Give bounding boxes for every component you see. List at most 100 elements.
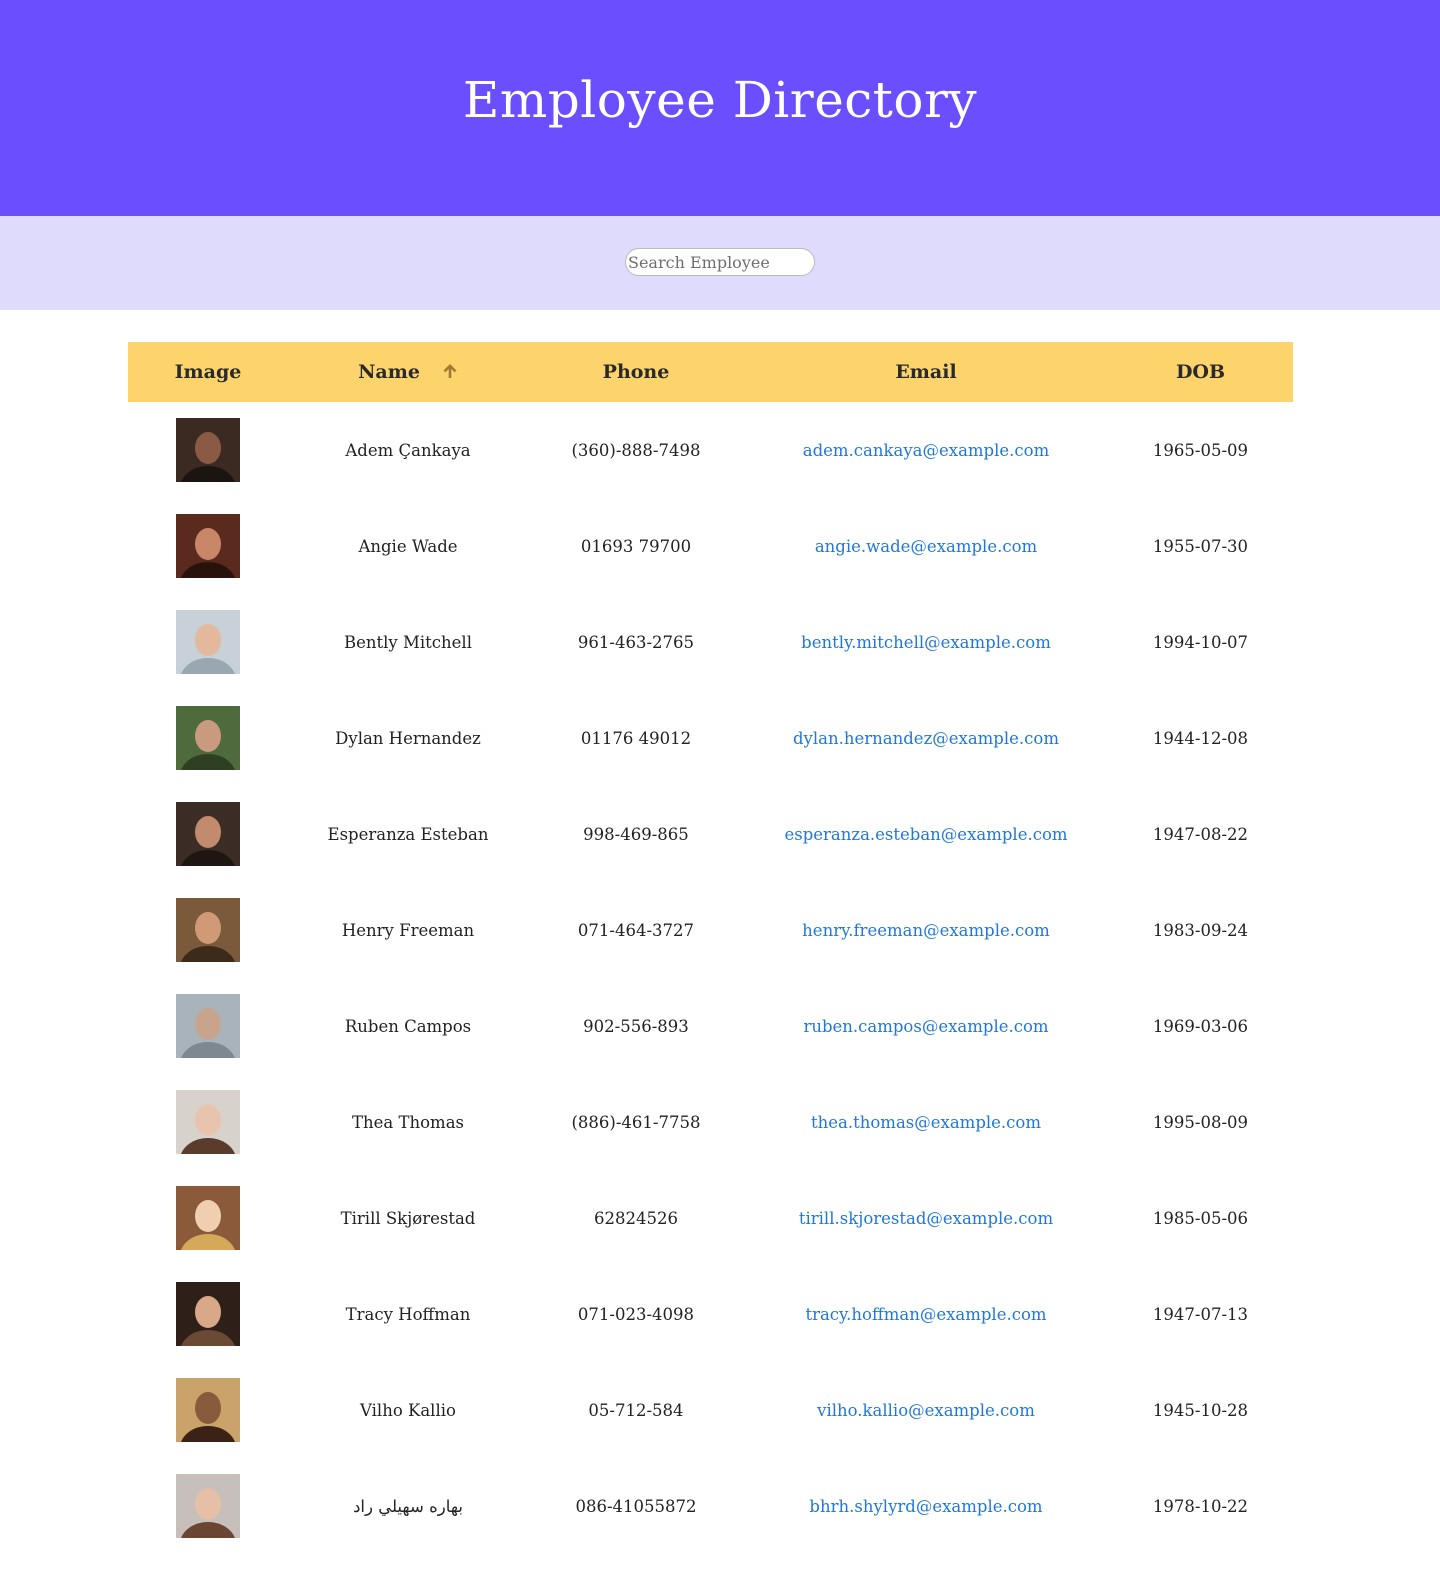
- image-cell: [128, 1362, 288, 1458]
- employee-avatar: [176, 898, 240, 962]
- email-cell: bently.mitchell@example.com: [744, 594, 1108, 690]
- name-cell: Tirill Skjørestad: [340, 1208, 476, 1228]
- email-link[interactable]: tracy.hoffman@example.com: [805, 1305, 1046, 1324]
- dob-cell: 1944-12-08: [1152, 728, 1249, 748]
- name-cell: Vilho Kallio: [360, 1400, 456, 1420]
- column-header-name-label: Name: [358, 361, 420, 383]
- name-cell: Bently Mitchell: [344, 632, 472, 652]
- dob-cell: 1978-10-22: [1152, 1496, 1249, 1516]
- email-link[interactable]: vilho.kallio@example.com: [817, 1401, 1035, 1420]
- phone-cell: 961-463-2765: [577, 632, 695, 652]
- email-link[interactable]: adem.cankaya@example.com: [803, 441, 1049, 460]
- column-header-image: Image: [174, 361, 242, 383]
- phone-cell: 086-41055872: [575, 1496, 697, 1516]
- name-cell: Henry Freeman: [341, 920, 475, 940]
- search-bar: [0, 216, 1440, 310]
- dob-cell: 1945-10-28: [1152, 1400, 1249, 1420]
- dob-cell: 1947-07-13: [1152, 1304, 1249, 1324]
- email-cell: angie.wade@example.com: [744, 498, 1108, 594]
- email-link[interactable]: angie.wade@example.com: [815, 537, 1037, 556]
- email-cell: adem.cankaya@example.com: [744, 402, 1108, 498]
- name-cell: Esperanza Esteban: [327, 824, 489, 844]
- phone-cell: 62824526: [594, 1208, 678, 1228]
- image-cell: [128, 1074, 288, 1170]
- email-link[interactable]: ruben.campos@example.com: [803, 1017, 1048, 1036]
- image-cell: [128, 1170, 288, 1266]
- phone-cell: 071-464-3727: [577, 920, 695, 940]
- email-cell: thea.thomas@example.com: [744, 1074, 1108, 1170]
- table-row: Ruben Campos 902-556-893 ruben.campos@exam…: [128, 978, 1293, 1074]
- employee-avatar: [176, 1282, 240, 1346]
- email-cell: bhrh.shylyrd@example.com: [744, 1458, 1108, 1554]
- email-cell: esperanza.esteban@example.com: [744, 786, 1108, 882]
- column-header-name[interactable]: Name: [288, 342, 528, 402]
- phone-cell: (360)-888-7498: [571, 440, 701, 460]
- table-row: Thea Thomas (886)-461-7758 thea.thomas@exa…: [128, 1074, 1293, 1170]
- name-cell: Thea Thomas: [352, 1112, 464, 1132]
- email-link[interactable]: bhrh.shylyrd@example.com: [809, 1497, 1042, 1516]
- table-row: بهاره سهيلي راد 086-41055872 bhrh.shylyrd@…: [128, 1458, 1293, 1554]
- employee-avatar: [176, 1378, 240, 1442]
- column-header-phone[interactable]: Phone: [528, 342, 744, 402]
- employee-avatar: [176, 1090, 240, 1154]
- name-cell: بهاره سهيلي راد: [353, 1496, 463, 1516]
- employee-table: Image Name Phone Email DOB Adem Çankaya (…: [128, 342, 1293, 1554]
- phone-cell: 902-556-893: [583, 1016, 689, 1036]
- arrow-up-icon[interactable]: [442, 363, 458, 379]
- email-link[interactable]: bently.mitchell@example.com: [801, 633, 1051, 652]
- name-cell: Dylan Hernandez: [335, 728, 481, 748]
- phone-cell: (886)-461-7758: [571, 1112, 701, 1132]
- email-cell: ruben.campos@example.com: [744, 978, 1108, 1074]
- employee-avatar: [176, 994, 240, 1058]
- column-header-email[interactable]: Email: [744, 342, 1108, 402]
- page-header: Employee Directory: [0, 0, 1440, 216]
- phone-cell: 05-712-584: [588, 1400, 684, 1420]
- table-body: Adem Çankaya (360)-888-7498 adem.cankaya@e…: [128, 402, 1293, 1554]
- image-cell: [128, 786, 288, 882]
- email-link[interactable]: dylan.hernandez@example.com: [793, 729, 1059, 748]
- table-row: Bently Mitchell 961-463-2765 bently.mitche…: [128, 594, 1293, 690]
- table-header-row: Image Name Phone Email DOB: [128, 342, 1293, 402]
- email-link[interactable]: henry.freeman@example.com: [802, 921, 1050, 940]
- employee-avatar: [176, 514, 240, 578]
- image-cell: [128, 498, 288, 594]
- dob-cell: 1965-05-09: [1152, 440, 1249, 460]
- page-title: Employee Directory: [462, 71, 978, 129]
- table-row: Vilho Kallio 05-712-584 vilho.kallio@examp…: [128, 1362, 1293, 1458]
- employee-avatar: [176, 1474, 240, 1538]
- image-cell: [128, 1458, 288, 1554]
- employee-avatar: [176, 802, 240, 866]
- image-cell: [128, 1266, 288, 1362]
- dob-cell: 1983-09-24: [1152, 920, 1249, 940]
- employee-avatar: [176, 706, 240, 770]
- name-cell: Tracy Hoffman: [345, 1304, 471, 1324]
- table-row: Henry Freeman 071-464-3727 henry.freeman@e…: [128, 882, 1293, 978]
- email-cell: tirill.skjorestad@example.com: [744, 1170, 1108, 1266]
- image-cell: [128, 882, 288, 978]
- name-cell: Adem Çankaya: [345, 440, 471, 460]
- table-row: Angie Wade 01693 79700 angie.wade@example.…: [128, 498, 1293, 594]
- table-row: Dylan Hernandez 01176 49012 dylan.hernande…: [128, 690, 1293, 786]
- employee-avatar: [176, 1186, 240, 1250]
- dob-cell: 1955-07-30: [1152, 536, 1249, 556]
- image-cell: [128, 690, 288, 786]
- phone-cell: 998-469-865: [583, 824, 689, 844]
- dob-cell: 1947-08-22: [1152, 824, 1249, 844]
- email-cell: tracy.hoffman@example.com: [744, 1266, 1108, 1362]
- phone-cell: 071-023-4098: [577, 1304, 695, 1324]
- search-input[interactable]: [625, 248, 815, 276]
- email-cell: dylan.hernandez@example.com: [744, 690, 1108, 786]
- email-cell: henry.freeman@example.com: [744, 882, 1108, 978]
- email-link[interactable]: tirill.skjorestad@example.com: [799, 1209, 1053, 1228]
- table-row: Tirill Skjørestad 62824526 tirill.skjorest…: [128, 1170, 1293, 1266]
- table-row: Tracy Hoffman 071-023-4098 tracy.hoffman@e…: [128, 1266, 1293, 1362]
- email-link[interactable]: esperanza.esteban@example.com: [784, 825, 1067, 844]
- image-cell: [128, 402, 288, 498]
- dob-cell: 1985-05-06: [1152, 1208, 1249, 1228]
- name-cell: Ruben Campos: [344, 1016, 472, 1036]
- column-header-dob[interactable]: DOB: [1108, 342, 1293, 402]
- table-row: Esperanza Esteban 998-469-865 esperanza.es…: [128, 786, 1293, 882]
- email-link[interactable]: thea.thomas@example.com: [811, 1113, 1041, 1132]
- dob-cell: 1994-10-07: [1152, 632, 1249, 652]
- dob-cell: 1995-08-09: [1152, 1112, 1249, 1132]
